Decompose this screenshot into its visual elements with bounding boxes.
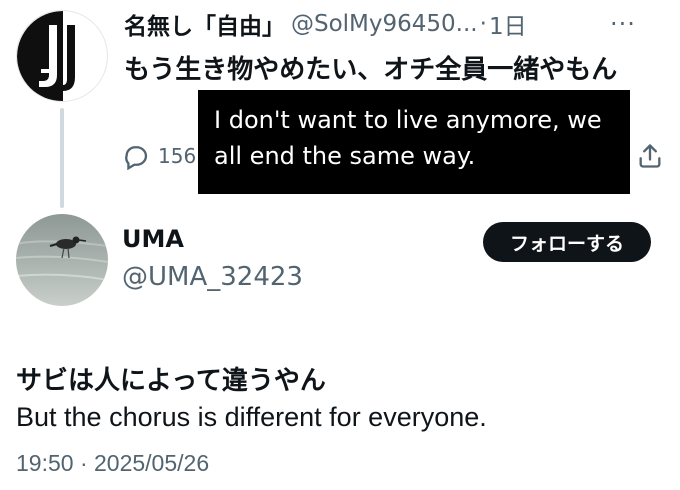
bird-photo-icon xyxy=(16,214,108,306)
reply-icon[interactable] xyxy=(122,142,150,171)
thread-connector-line xyxy=(60,108,64,208)
reply-display-name[interactable]: UMA xyxy=(122,225,184,253)
more-options-icon[interactable]: ··· xyxy=(610,12,646,36)
reply-timestamp[interactable]: 19:50 · 2025/05/26 xyxy=(16,450,209,477)
j-logo-icon xyxy=(17,11,75,101)
reply-handle[interactable]: @UMA_32423 xyxy=(122,262,303,292)
parent-display-name[interactable]: 名無し「自由」 xyxy=(124,7,285,41)
parent-avatar[interactable] xyxy=(16,10,108,102)
reply-text-japanese: サビは人によって違うやん xyxy=(16,366,326,396)
translation-overlay: I don't want to live anymore, we all end… xyxy=(198,90,630,194)
reply-text-english: But the chorus is different for everyone… xyxy=(16,402,487,432)
parent-tweet-header: 名無し「自由」 @SolMy96450... · 1日 xyxy=(124,6,527,42)
header-separator: · xyxy=(479,11,487,37)
parent-tweet-text: もう生き物やめたい、オチ全員一緒やもん xyxy=(124,55,618,85)
reply-avatar[interactable] xyxy=(16,214,108,306)
reply-count: 156 xyxy=(158,144,197,168)
parent-time[interactable]: 1日 xyxy=(489,7,527,41)
follow-button[interactable]: フォローする xyxy=(483,222,651,262)
parent-handle[interactable]: @SolMy96450... xyxy=(291,11,478,37)
share-icon[interactable] xyxy=(636,142,664,170)
